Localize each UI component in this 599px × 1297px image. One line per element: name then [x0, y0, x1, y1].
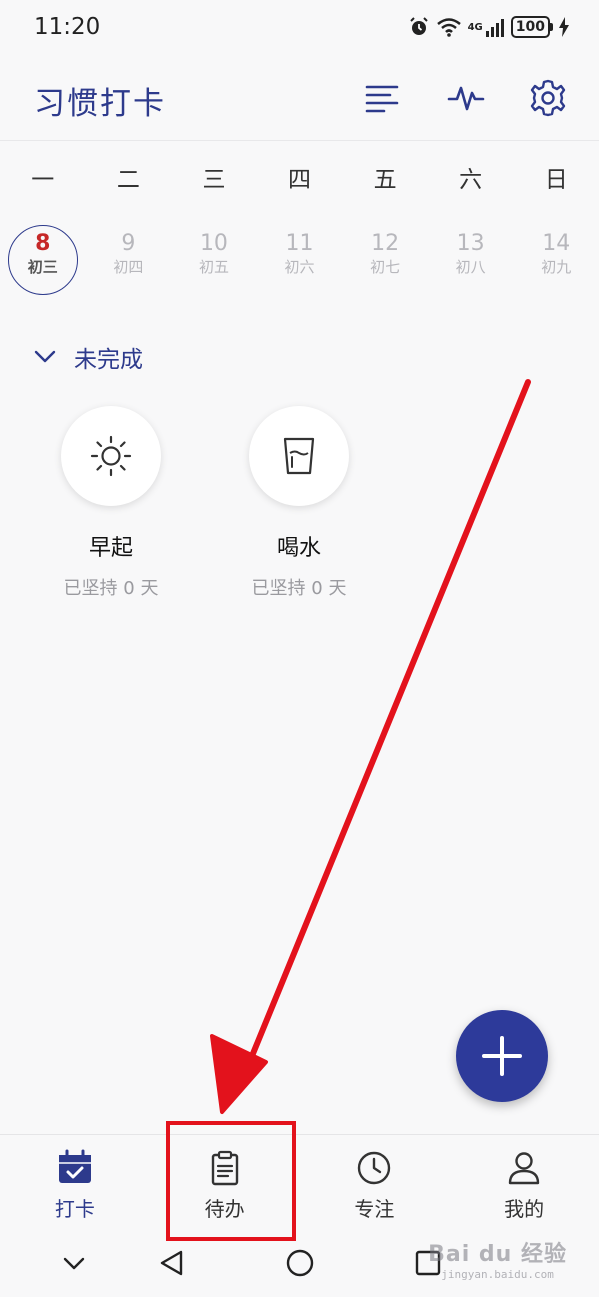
date-number: 13 — [456, 231, 485, 256]
lunar-date: 初六 — [284, 258, 315, 276]
alarm-icon — [409, 17, 428, 35]
date-number: 14 — [542, 231, 571, 256]
settings-button[interactable] — [528, 78, 568, 118]
activity-icon — [447, 86, 485, 111]
habit-name: 早起 — [88, 536, 133, 561]
habit-item[interactable]: 喝水 已坚持 0 天 — [244, 406, 354, 600]
add-habit-button[interactable] — [456, 1010, 548, 1102]
network-type: 4G — [467, 21, 483, 33]
date-cell-selected[interactable]: 8 初三 — [0, 222, 86, 296]
stats-button[interactable] — [446, 78, 486, 118]
hide-nav-button[interactable] — [62, 1248, 86, 1282]
section-title: 未完成 — [74, 347, 143, 373]
watermark-main: Bai du 经验 — [428, 1242, 567, 1267]
date-number: 9 — [121, 231, 136, 256]
date-cell[interactable]: 13 初八 — [428, 222, 514, 296]
charging-icon — [559, 17, 569, 37]
weekday-label: 六 — [459, 167, 483, 193]
plus-icon — [482, 1036, 522, 1076]
date-cell[interactable]: 14 初九 — [513, 222, 599, 296]
lunar-date: 初九 — [541, 258, 572, 276]
section-toggle[interactable]: 未完成 — [34, 340, 143, 374]
nav-label: 专注 — [354, 1197, 395, 1221]
wifi-icon — [436, 18, 461, 37]
nav-tab-focus[interactable]: 专注 — [300, 1135, 450, 1235]
app-header: 习惯打卡 — [0, 60, 599, 141]
lunar-date: 初八 — [455, 258, 486, 276]
date-cell[interactable]: 12 初七 — [342, 222, 428, 296]
weekday-label: 日 — [544, 167, 568, 193]
clock-icon — [358, 1151, 391, 1185]
nav-tab-me[interactable]: 我的 — [449, 1135, 599, 1235]
habit-name: 喝水 — [276, 536, 321, 561]
bottom-nav: 打卡 待办 专注 我的 — [0, 1134, 599, 1235]
chevron-down-icon — [63, 1257, 85, 1270]
watermark: Bai du 经验 jingyan.baidu.com — [428, 1236, 567, 1281]
date-number: 11 — [285, 231, 314, 256]
nav-tab-checkin[interactable]: 打卡 — [0, 1135, 150, 1235]
sun-icon — [90, 435, 132, 477]
list-button[interactable] — [362, 78, 402, 118]
selected-date-ring — [7, 225, 78, 295]
cup-icon — [283, 437, 315, 475]
status-time: 11:20 — [34, 14, 101, 40]
habit-check-button[interactable] — [61, 406, 161, 506]
weekday-label: 三 — [202, 167, 226, 193]
weekday-label: 四 — [288, 167, 312, 193]
date-cell[interactable]: 9 初四 — [86, 222, 172, 296]
home-icon — [286, 1249, 314, 1277]
lunar-date: 初四 — [113, 258, 144, 276]
settings-icon — [530, 79, 566, 117]
habit-item[interactable]: 早起 已坚持 0 天 — [56, 406, 166, 600]
habit-streak: 已坚持 0 天 — [63, 578, 159, 599]
weekday-label: 一 — [31, 167, 55, 193]
date-number: 12 — [371, 231, 400, 256]
battery-icon: 100 — [510, 16, 553, 38]
page-title: 习惯打卡 — [34, 86, 166, 122]
date-cell[interactable]: 10 初五 — [171, 222, 257, 296]
signal-icon — [485, 19, 504, 37]
nav-label: 我的 — [504, 1197, 545, 1221]
status-icons: 4G 100 — [408, 16, 569, 38]
user-icon — [508, 1152, 540, 1185]
status-bar: 11:20 4G 100 — [0, 0, 599, 60]
date-cell[interactable]: 11 初六 — [257, 222, 343, 296]
watermark-sub: jingyan.baidu.com — [441, 1268, 554, 1281]
chevron-down-icon — [34, 350, 56, 363]
battery-level: 100 — [510, 16, 550, 38]
habit-check-button[interactable] — [249, 406, 349, 506]
list-icon — [365, 85, 399, 113]
lunar-date: 初五 — [198, 258, 229, 276]
back-icon — [160, 1250, 183, 1276]
nav-label: 打卡 — [54, 1197, 95, 1221]
date-number: 10 — [199, 231, 228, 256]
date-row: 8 初三 9 初四 10 初五 11 初六 12 初七 13 初八 14 初九 — [0, 222, 599, 296]
calendar-check-icon — [58, 1149, 91, 1183]
annotation-highlight-box — [166, 1121, 296, 1241]
lunar-date: 初七 — [370, 258, 401, 276]
back-button[interactable] — [158, 1248, 186, 1282]
weekday-label: 二 — [116, 167, 140, 193]
weekday-label: 五 — [373, 167, 397, 193]
habit-streak: 已坚持 0 天 — [251, 578, 347, 599]
home-button[interactable] — [285, 1248, 315, 1282]
weekday-row: 一 二 三 四 五 六 日 — [0, 158, 599, 202]
